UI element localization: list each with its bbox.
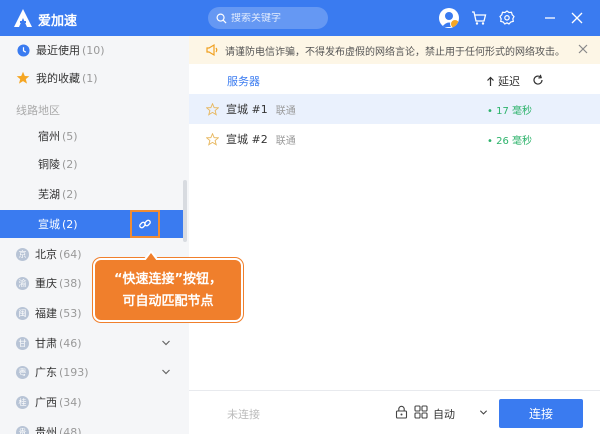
sidebar-item-count: (64) bbox=[59, 247, 82, 261]
sidebar-item-guangdong[interactable]: 粤 广东 (193) bbox=[0, 358, 180, 386]
search-box[interactable] bbox=[208, 7, 328, 29]
province-badge: 闽 bbox=[16, 306, 29, 320]
sidebar-item-label: 北京 bbox=[35, 248, 57, 261]
sidebar-item-label: 我的收藏 bbox=[36, 72, 80, 85]
clock-icon bbox=[16, 43, 30, 57]
megaphone-icon bbox=[206, 43, 218, 57]
sidebar-item-count: (38) bbox=[59, 276, 82, 290]
sidebar-item-label: 宿州 bbox=[38, 130, 60, 143]
sidebar-item-guangxi[interactable]: 桂 广西 (34) bbox=[0, 388, 180, 416]
sidebar-item-label: 最近使用 bbox=[36, 44, 80, 57]
refresh-icon[interactable] bbox=[532, 74, 544, 86]
connect-button[interactable]: 连接 bbox=[499, 399, 583, 428]
column-header-latency[interactable]: 延迟 bbox=[486, 73, 520, 89]
chevron-down-icon[interactable] bbox=[161, 338, 171, 348]
chevron-down-icon[interactable] bbox=[161, 367, 171, 377]
sidebar-item-recent[interactable]: 最近使用 (10) bbox=[0, 36, 180, 64]
star-outline-icon[interactable] bbox=[206, 132, 219, 146]
province-badge: 甘 bbox=[16, 336, 29, 350]
server-isp: 联通 bbox=[275, 105, 296, 117]
close-window-icon[interactable] bbox=[568, 9, 586, 27]
sidebar-item-count: (48) bbox=[59, 425, 82, 434]
province-badge: 京 bbox=[16, 247, 29, 261]
notice-banner: 请谨防电信诈骗，不得发布虚假的网络言论，禁止用于任何形式的网络攻击。 bbox=[189, 36, 600, 64]
column-header-server[interactable]: 服务器 bbox=[227, 73, 260, 89]
sidebar-item-label: 重庆 bbox=[35, 277, 57, 290]
search-input[interactable] bbox=[231, 12, 321, 24]
sidebar-item-gansu[interactable]: 甘 甘肃 (46) bbox=[0, 329, 180, 357]
title-bar: 爱加速 bbox=[0, 0, 600, 36]
notice-text: 请谨防电信诈骗，不得发布虚假的网络言论，禁止用于任何形式的网络攻击。 bbox=[225, 46, 565, 58]
sidebar-item-label: 福建 bbox=[35, 307, 57, 320]
sort-up-arrow-icon bbox=[487, 76, 494, 86]
sidebar-item-count: (2) bbox=[62, 217, 78, 231]
sidebar-item-count: (10) bbox=[82, 43, 105, 57]
sidebar-item-guizhou[interactable]: 贵 贵州 (48) bbox=[0, 418, 180, 434]
column-header-latency-label: 延迟 bbox=[498, 75, 520, 88]
connection-status: 未连接 bbox=[227, 408, 260, 421]
lock-icon[interactable] bbox=[395, 405, 408, 419]
sidebar-item-wuhu[interactable]: 芜湖 (2) bbox=[0, 180, 180, 208]
app-title: 爱加速 bbox=[38, 14, 78, 29]
sidebar: 最近使用 (10) 我的收藏 (1) 线路地区 宿州 (5) 铜陵 (2) 芜湖… bbox=[0, 36, 189, 434]
app-logo-icon bbox=[14, 9, 32, 27]
sidebar-item-count: (5) bbox=[62, 129, 78, 143]
avatar[interactable] bbox=[439, 8, 459, 28]
sidebar-item-tongling[interactable]: 铜陵 (2) bbox=[0, 150, 180, 178]
sidebar-item-label: 广东 bbox=[35, 366, 57, 379]
search-icon bbox=[216, 13, 227, 24]
close-icon[interactable] bbox=[578, 44, 588, 54]
sidebar-item-count: (46) bbox=[59, 336, 82, 350]
server-latency: • 17 毫秒 bbox=[487, 105, 532, 117]
chevron-down-icon[interactable] bbox=[479, 408, 488, 417]
province-badge: 桂 bbox=[16, 395, 29, 409]
sidebar-scrollbar[interactable] bbox=[183, 180, 187, 242]
mode-grid-icon bbox=[414, 405, 428, 419]
sidebar-item-count: (193) bbox=[59, 365, 89, 379]
link-icon bbox=[139, 219, 151, 229]
sidebar-item-label: 芜湖 bbox=[38, 188, 60, 201]
server-latency: • 26 毫秒 bbox=[487, 135, 532, 147]
callout-line-2: 可自动匹配节点 bbox=[122, 294, 214, 309]
star-outline-icon[interactable] bbox=[206, 102, 219, 116]
sidebar-item-label: 甘肃 bbox=[35, 337, 57, 350]
server-name: 宣城 #2 bbox=[226, 133, 268, 146]
callout-line-1: “快速连接”按钮， bbox=[113, 272, 223, 287]
province-badge: 粤 bbox=[16, 365, 29, 379]
province-badge: 贵 bbox=[16, 425, 29, 434]
table-row[interactable]: 宣城 #1 联通 • 17 毫秒 bbox=[189, 94, 600, 124]
table-row[interactable]: 宣城 #2 联通 • 26 毫秒 bbox=[189, 124, 600, 154]
star-filled-icon bbox=[16, 71, 30, 85]
sidebar-item-favorites[interactable]: 我的收藏 (1) bbox=[0, 64, 180, 92]
province-badge: 渝 bbox=[16, 276, 29, 290]
sidebar-item-count: (53) bbox=[59, 306, 82, 320]
server-isp: 联通 bbox=[275, 135, 296, 147]
quick-connect-button[interactable] bbox=[130, 210, 160, 238]
sidebar-item-label: 铜陵 bbox=[38, 158, 60, 171]
server-name: 宣城 #1 bbox=[226, 103, 268, 116]
minimize-icon[interactable] bbox=[541, 9, 559, 27]
section-label-regions: 线路地区 bbox=[16, 104, 60, 117]
cart-icon[interactable] bbox=[470, 9, 488, 27]
sidebar-item-label: 宣城 bbox=[38, 218, 60, 231]
sidebar-item-label: 贵州 bbox=[35, 426, 57, 434]
mode-select[interactable]: 自动 bbox=[433, 406, 455, 422]
settings-gear-icon[interactable] bbox=[498, 9, 516, 27]
tutorial-callout: “快速连接”按钮， 可自动匹配节点 bbox=[93, 250, 243, 322]
sidebar-item-label: 广西 bbox=[35, 396, 57, 409]
sidebar-item-count: (34) bbox=[59, 395, 82, 409]
user-avatar-icon bbox=[442, 12, 456, 27]
sidebar-item-count: (1) bbox=[82, 71, 98, 85]
sidebar-item-count: (2) bbox=[62, 157, 78, 171]
sidebar-item-suzhou[interactable]: 宿州 (5) bbox=[0, 122, 180, 150]
sidebar-item-count: (2) bbox=[62, 187, 78, 201]
bottom-bar: 未连接 自动 连接 bbox=[189, 390, 600, 434]
